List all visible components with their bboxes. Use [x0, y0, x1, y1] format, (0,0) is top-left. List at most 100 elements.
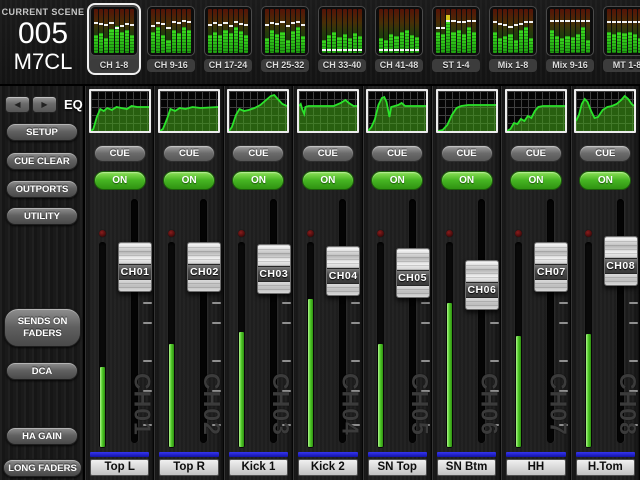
eq-thumbnail[interactable]	[574, 89, 636, 133]
scene-number: 005	[0, 18, 86, 50]
mini-meter-bar	[208, 9, 212, 53]
eq-thumbnail[interactable]	[366, 89, 428, 133]
channel-number-ghost: CH05	[408, 373, 431, 436]
fader-handle[interactable]: CH08	[604, 236, 638, 286]
on-button[interactable]: ON	[510, 171, 562, 190]
mini-meter-fill	[529, 38, 533, 53]
next-page-button[interactable]: ▶	[32, 96, 57, 113]
fader-position-mark	[405, 49, 409, 51]
fader-position-mark	[508, 26, 512, 28]
eq-thumbnail[interactable]	[158, 89, 220, 133]
fader-position-mark	[503, 24, 507, 26]
cue-button[interactable]: CUE	[510, 145, 562, 162]
fader-handle[interactable]: CH04	[326, 246, 360, 296]
eq-thumbnail[interactable]	[436, 89, 498, 133]
on-button[interactable]: ON	[232, 171, 284, 190]
cue-button[interactable]: CUE	[579, 145, 631, 162]
eq-thumbnail[interactable]	[505, 89, 567, 133]
on-button[interactable]: ON	[441, 171, 493, 190]
bank-ch-33-40[interactable]: CH 33-40	[315, 3, 369, 75]
mini-meter-bar	[529, 9, 533, 53]
bank-ch-9-16[interactable]: CH 9-16	[144, 3, 198, 75]
fader-handle[interactable]: CH01	[118, 242, 152, 292]
channel-strip-ch03: CUE ON CH03 CH03 Kick 1	[224, 86, 293, 480]
utility-button[interactable]: UTILITY	[6, 207, 78, 225]
prev-page-button[interactable]: ◀	[5, 96, 30, 113]
channel-name[interactable]: Kick 1	[229, 459, 288, 476]
bank-mix-9-16[interactable]: Mix 9-16	[543, 3, 597, 75]
mini-meter-fill	[441, 34, 445, 53]
eq-thumbnail[interactable]	[297, 89, 359, 133]
channel-name[interactable]: Kick 2	[298, 459, 357, 476]
fader-position-mark	[400, 49, 404, 51]
fader-handle[interactable]: CH03	[257, 244, 291, 294]
channel-number-ghost: CH03	[269, 373, 292, 436]
fader-position-mark	[332, 49, 336, 51]
channel-name[interactable]: H.Tom	[576, 459, 635, 476]
cue-button[interactable]: CUE	[163, 145, 215, 162]
fader-scale-tick	[629, 302, 638, 304]
mini-meter-bar	[457, 9, 461, 53]
bank-ch-25-32[interactable]: CH 25-32	[258, 3, 312, 75]
mini-meter-bar	[172, 9, 176, 53]
mini-meter-bar	[353, 9, 357, 53]
cue-clear-button[interactable]: CUE CLEAR	[6, 152, 78, 170]
fader-handle[interactable]: CH05	[396, 248, 430, 298]
mini-meter-bar	[622, 9, 626, 53]
mini-meter-bar	[607, 9, 611, 53]
bank-meter	[318, 6, 366, 56]
on-button[interactable]: ON	[94, 171, 146, 190]
bank-ch-1-8[interactable]: CH 1-8	[87, 3, 141, 75]
fader-position-mark	[130, 24, 134, 26]
bank-mix-1-8[interactable]: Mix 1-8	[486, 3, 540, 75]
mini-meter-fill	[576, 34, 580, 53]
fader-position-mark	[337, 49, 341, 51]
page-nav: ◀ ▶ EQ	[5, 96, 83, 113]
bank-mt-1-8[interactable]: MT 1-8	[600, 3, 640, 75]
cue-button[interactable]: CUE	[441, 145, 493, 162]
cue-button[interactable]: CUE	[371, 145, 423, 162]
bank-label: ST 1-4	[432, 59, 480, 72]
eq-thumbnail[interactable]	[227, 89, 289, 133]
on-button[interactable]: ON	[371, 171, 423, 190]
long-faders-button[interactable]: LONG FADERS	[3, 459, 82, 477]
on-button[interactable]: ON	[163, 171, 215, 190]
channel-name[interactable]: SN Top	[368, 459, 427, 476]
channel-name[interactable]: SN Btm	[437, 459, 496, 476]
dca-button[interactable]: DCA	[6, 362, 78, 380]
fader-scale-tick	[212, 360, 221, 362]
on-button[interactable]: ON	[579, 171, 631, 190]
fader-zone: CH04CH04	[294, 194, 361, 452]
mini-meter-fill	[239, 31, 243, 53]
cue-button[interactable]: CUE	[94, 145, 146, 162]
bank-ch-41-48[interactable]: CH 41-48	[372, 3, 426, 75]
cue-button[interactable]: CUE	[232, 145, 284, 162]
ha-gain-button[interactable]: HA GAIN	[6, 427, 78, 445]
bank-st-1-4[interactable]: ST 1-4	[429, 3, 483, 75]
fader-position-mark	[244, 24, 248, 26]
setup-button[interactable]: SETUP	[6, 123, 78, 141]
fader-handle[interactable]: CH02	[187, 242, 221, 292]
clip-led	[515, 230, 522, 237]
channel-meter	[446, 242, 453, 448]
mini-meter-bar	[405, 9, 409, 53]
fader-scale-tick	[351, 360, 360, 362]
channel-name[interactable]: Top R	[159, 459, 218, 476]
scene-display[interactable]: CURRENT SCENE 005 M7CL	[0, 0, 86, 84]
sends-on-faders-button[interactable]: SENDS ON FADERS	[4, 308, 81, 347]
mini-meter-bar	[472, 9, 476, 53]
outports-button[interactable]: OUTPORTS	[6, 180, 78, 198]
channel-meter	[307, 242, 314, 448]
fader-scale-tick	[629, 360, 638, 362]
on-button[interactable]: ON	[302, 171, 354, 190]
fader-handle[interactable]: CH07	[534, 242, 568, 292]
fader-scale-tick	[421, 360, 430, 362]
channel-name[interactable]: HH	[506, 459, 565, 476]
cue-button[interactable]: CUE	[302, 145, 354, 162]
mini-meter-bar	[229, 9, 233, 53]
bank-ch-17-24[interactable]: CH 17-24	[201, 3, 255, 75]
channel-name[interactable]: Top L	[90, 459, 149, 476]
fader-handle[interactable]: CH06	[465, 260, 499, 310]
eq-thumbnail[interactable]	[89, 89, 151, 133]
mini-meter-fill	[218, 35, 222, 53]
